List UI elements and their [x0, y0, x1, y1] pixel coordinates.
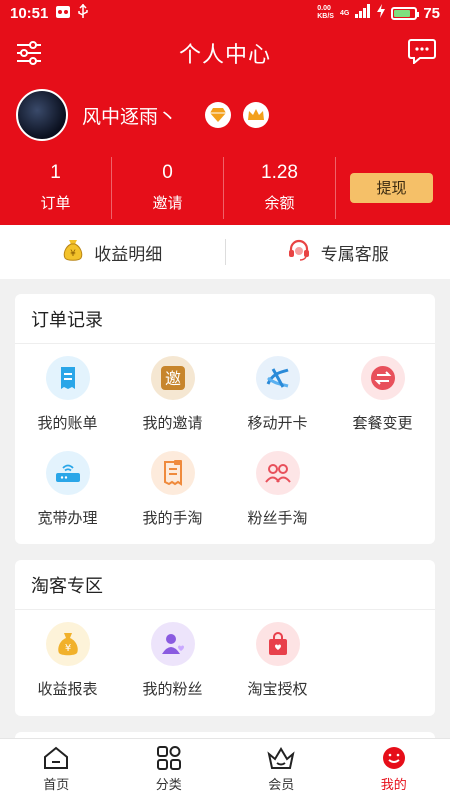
notification-icon — [56, 5, 71, 22]
yen-bag-icon: ¥ — [45, 622, 90, 666]
router-icon — [45, 451, 90, 495]
orders-section-title: 订单记录 — [15, 294, 435, 344]
crown-badge-icon — [243, 102, 270, 128]
grid-item-fans-shoutao[interactable]: 粉丝手淘 — [225, 451, 330, 546]
quick-link-label: 收益明细 — [94, 244, 163, 264]
stat-label: 邀请 — [152, 195, 183, 212]
stat-value: 1 — [50, 162, 61, 183]
shopping-bag-icon — [255, 622, 300, 666]
customer-service-link[interactable]: 专属客服 — [226, 238, 450, 267]
orders-card: 订单记录 我的账单 邀 我的邀请 移动开卡 套餐变更 宽带办理 我的手淘 粉丝手… — [15, 294, 435, 544]
status-bar: 10:51 0.00 KB/S 4G 75 — [0, 0, 450, 26]
bill-icon — [45, 356, 90, 400]
money-bag-icon: ¥ — [62, 238, 84, 267]
svg-text:¥: ¥ — [64, 643, 70, 654]
swap-icon — [360, 356, 405, 400]
stat-label: 余额 — [264, 195, 295, 212]
grid-item-mobile-card[interactable]: 移动开卡 — [225, 356, 330, 451]
net-speed: 0.00 KB/S — [317, 5, 334, 20]
grid-item-plan-change[interactable]: 套餐变更 — [330, 356, 435, 451]
quick-link-label: 专属客服 — [320, 244, 389, 264]
taoke-grid: ¥ 收益报表 我的粉丝 淘宝授权 — [15, 610, 435, 717]
charging-icon — [377, 4, 386, 22]
battery-level: 75 — [423, 4, 440, 22]
stat-orders[interactable]: 1 订单 — [0, 156, 112, 219]
battery-icon — [391, 6, 420, 20]
page-title: 个人中心 — [178, 42, 271, 67]
grid-item-my-invite[interactable]: 邀 我的邀请 — [120, 356, 225, 451]
stats-row: 1 订单 0 邀请 1.28 余额 提现 — [0, 150, 450, 225]
status-time: 10:51 — [10, 4, 49, 22]
category-icon — [156, 746, 181, 770]
earnings-detail-link[interactable]: ¥ 收益明细 — [0, 238, 225, 267]
taoke-card: 淘客专区 ¥ 收益报表 我的粉丝 淘宝授权 — [15, 560, 435, 716]
invite-icon: 邀 — [150, 356, 195, 400]
grid-item-label: 移动开卡 — [247, 415, 308, 432]
grid-item-label: 淘宝授权 — [247, 681, 308, 698]
usb-icon — [78, 3, 89, 22]
my-fans-icon — [150, 622, 195, 666]
grid-item-my-fans[interactable]: 我的粉丝 — [120, 622, 225, 717]
username: 风中逐雨丶 — [82, 106, 178, 128]
grid-item-taobao-auth[interactable]: 淘宝授权 — [225, 622, 330, 717]
grid-item-label: 我的账单 — [37, 415, 98, 432]
grid-item-broadband[interactable]: 宽带办理 — [15, 451, 120, 546]
svg-text:¥: ¥ — [70, 249, 76, 259]
nav-member[interactable]: 会员 — [225, 739, 338, 800]
grid-item-label: 收益报表 — [37, 681, 98, 698]
avatar[interactable] — [16, 89, 68, 141]
crown-basket-icon — [267, 747, 295, 769]
grid-item-label: 我的手淘 — [142, 510, 203, 527]
orders-grid: 我的账单 邀 我的邀请 移动开卡 套餐变更 宽带办理 我的手淘 粉丝手淘 — [15, 344, 435, 546]
withdraw-button[interactable]: 提现 — [350, 172, 433, 203]
nav-label: 分类 — [155, 777, 182, 792]
nav-mine[interactable]: 我的 — [338, 739, 450, 800]
grid-item-my-shoutao[interactable]: 我的手淘 — [120, 451, 225, 546]
app-header: 个人中心 — [0, 26, 450, 80]
sliders-icon[interactable] — [16, 40, 42, 66]
bottom-nav: 首页 分类 会员 我的 — [0, 738, 450, 800]
fans-icon — [255, 451, 300, 495]
signal-icon — [355, 4, 371, 22]
quick-links-bar: ¥ 收益明细 专属客服 — [0, 225, 450, 279]
stat-invites[interactable]: 0 邀请 — [112, 156, 224, 219]
chat-bubble-icon[interactable] — [408, 38, 436, 66]
grid-item-label: 我的粉丝 — [142, 681, 203, 698]
china-mobile-icon — [255, 356, 300, 400]
grid-item-my-bill[interactable]: 我的账单 — [15, 356, 120, 451]
taoke-section-title: 淘客专区 — [15, 560, 435, 610]
home-icon — [44, 746, 69, 769]
stat-label: 订单 — [40, 195, 71, 212]
headset-icon — [287, 238, 311, 267]
nav-label: 我的 — [380, 777, 407, 792]
diamond-badge-icon — [205, 102, 232, 128]
network-type: 4G — [339, 9, 350, 17]
stat-value: 1.28 — [261, 162, 298, 183]
nav-label: 会员 — [268, 777, 295, 792]
stat-value: 0 — [162, 162, 173, 183]
grid-item-label: 粉丝手淘 — [247, 510, 308, 527]
grid-item-label: 宽带办理 — [37, 510, 98, 527]
profile-icon — [382, 747, 405, 769]
grid-item-label: 我的邀请 — [142, 415, 203, 432]
svg-text:邀: 邀 — [164, 369, 180, 388]
profile-row[interactable]: 风中逐雨丶 — [0, 80, 450, 150]
grid-item-label: 套餐变更 — [352, 415, 413, 432]
stat-balance[interactable]: 1.28 余额 — [224, 156, 336, 219]
nav-home[interactable]: 首页 — [0, 739, 113, 800]
grid-item-earnings-report[interactable]: ¥ 收益报表 — [15, 622, 120, 717]
nav-category[interactable]: 分类 — [113, 739, 226, 800]
receipt-icon — [150, 451, 195, 495]
nav-label: 首页 — [43, 777, 70, 792]
